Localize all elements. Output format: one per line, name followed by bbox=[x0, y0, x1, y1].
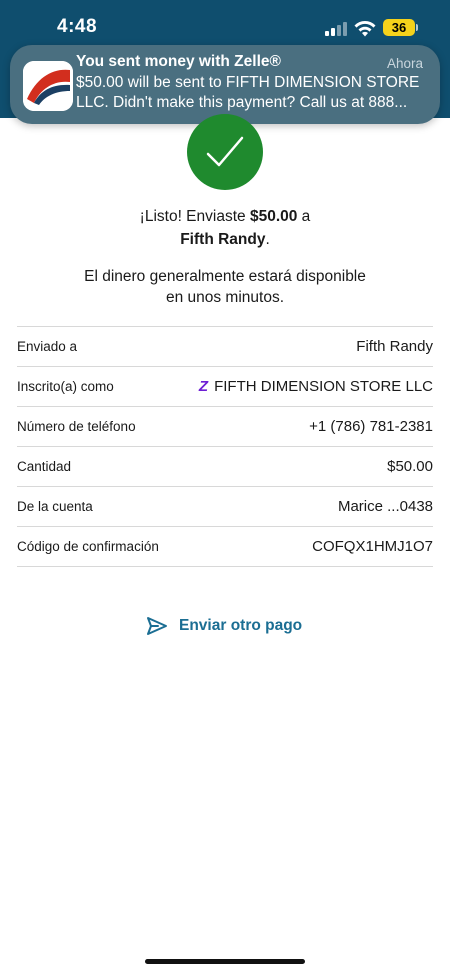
detail-value: COFQX1HMJ1O7 bbox=[312, 538, 433, 555]
home-indicator[interactable] bbox=[145, 959, 305, 964]
notification-body-line: $50.00 will be sent to FIFTH DIMENSION S… bbox=[76, 74, 420, 91]
detail-label: Enviado a bbox=[17, 339, 78, 354]
notification-time: Ahora bbox=[386, 56, 423, 71]
success-prefix: ¡Listo! Enviaste bbox=[139, 208, 250, 225]
success-message: ¡Listo! Enviaste $50.00 a Fifth Randy. bbox=[0, 205, 450, 251]
capital-one-app-icon bbox=[23, 61, 73, 111]
detail-value: $50.00 bbox=[387, 458, 433, 475]
detail-value: FIFTH DIMENSION STORE LLC bbox=[214, 378, 433, 395]
detail-value-container: Z FIFTH DIMENSION STORE LLC bbox=[199, 378, 433, 395]
notification-body-line: LLC. Didn't make this payment? Call us a… bbox=[76, 94, 408, 111]
availability-line: El dinero generalmente estará disponible bbox=[84, 268, 366, 285]
detail-label: Cantidad bbox=[17, 459, 72, 474]
detail-row-sent-to: Enviado a Fifth Randy bbox=[17, 327, 433, 367]
cellular-signal-icon bbox=[325, 22, 347, 36]
success-suffix: a bbox=[297, 208, 311, 225]
detail-row-from-account: De la cuenta Marice ...0438 bbox=[17, 487, 433, 527]
detail-label: De la cuenta bbox=[17, 499, 93, 514]
detail-row-amount: Cantidad $50.00 bbox=[17, 447, 433, 487]
success-checkmark-icon bbox=[187, 114, 263, 190]
detail-value: +1 (786) 781-2381 bbox=[309, 418, 433, 435]
notification-title: You sent money with Zelle® bbox=[76, 53, 281, 70]
battery-icon: 36 bbox=[383, 19, 418, 36]
success-amount: $50.00 bbox=[249, 208, 298, 225]
send-another-payment-button[interactable]: Enviar otro pago bbox=[146, 614, 302, 638]
send-another-payment-label: Enviar otro pago bbox=[179, 617, 303, 634]
detail-label: Inscrito(a) como bbox=[17, 379, 114, 394]
notification-body: $50.00 will be sent to FIFTH DIMENSION S… bbox=[76, 73, 428, 113]
availability-message: El dinero generalmente estará disponible… bbox=[0, 266, 450, 308]
success-recipient: Fifth Randy bbox=[180, 231, 266, 248]
zelle-icon: Z bbox=[198, 378, 209, 395]
payment-details-list: Enviado a Fifth Randy Inscrito(a) como Z… bbox=[17, 326, 433, 567]
wifi-icon bbox=[354, 21, 376, 37]
detail-value: Marice ...0438 bbox=[337, 498, 433, 515]
push-notification[interactable]: You sent money with Zelle® Ahora $50.00 … bbox=[10, 45, 440, 124]
detail-label: Número de teléfono bbox=[17, 419, 136, 434]
detail-row-confirmation-code: Código de confirmación COFQX1HMJ1O7 bbox=[17, 527, 433, 567]
detail-row-phone: Número de teléfono +1 (786) 781-2381 bbox=[17, 407, 433, 447]
availability-line: en unos minutos. bbox=[165, 289, 285, 306]
success-end: . bbox=[265, 231, 270, 248]
detail-label: Código de confirmación bbox=[17, 539, 159, 554]
detail-value: Fifth Randy bbox=[356, 338, 433, 355]
send-arrow-icon bbox=[147, 617, 167, 635]
battery-level: 36 bbox=[391, 20, 407, 35]
status-time: 4:48 bbox=[57, 16, 98, 37]
detail-row-enrolled-as: Inscrito(a) como Z FIFTH DIMENSION STORE… bbox=[17, 367, 433, 407]
